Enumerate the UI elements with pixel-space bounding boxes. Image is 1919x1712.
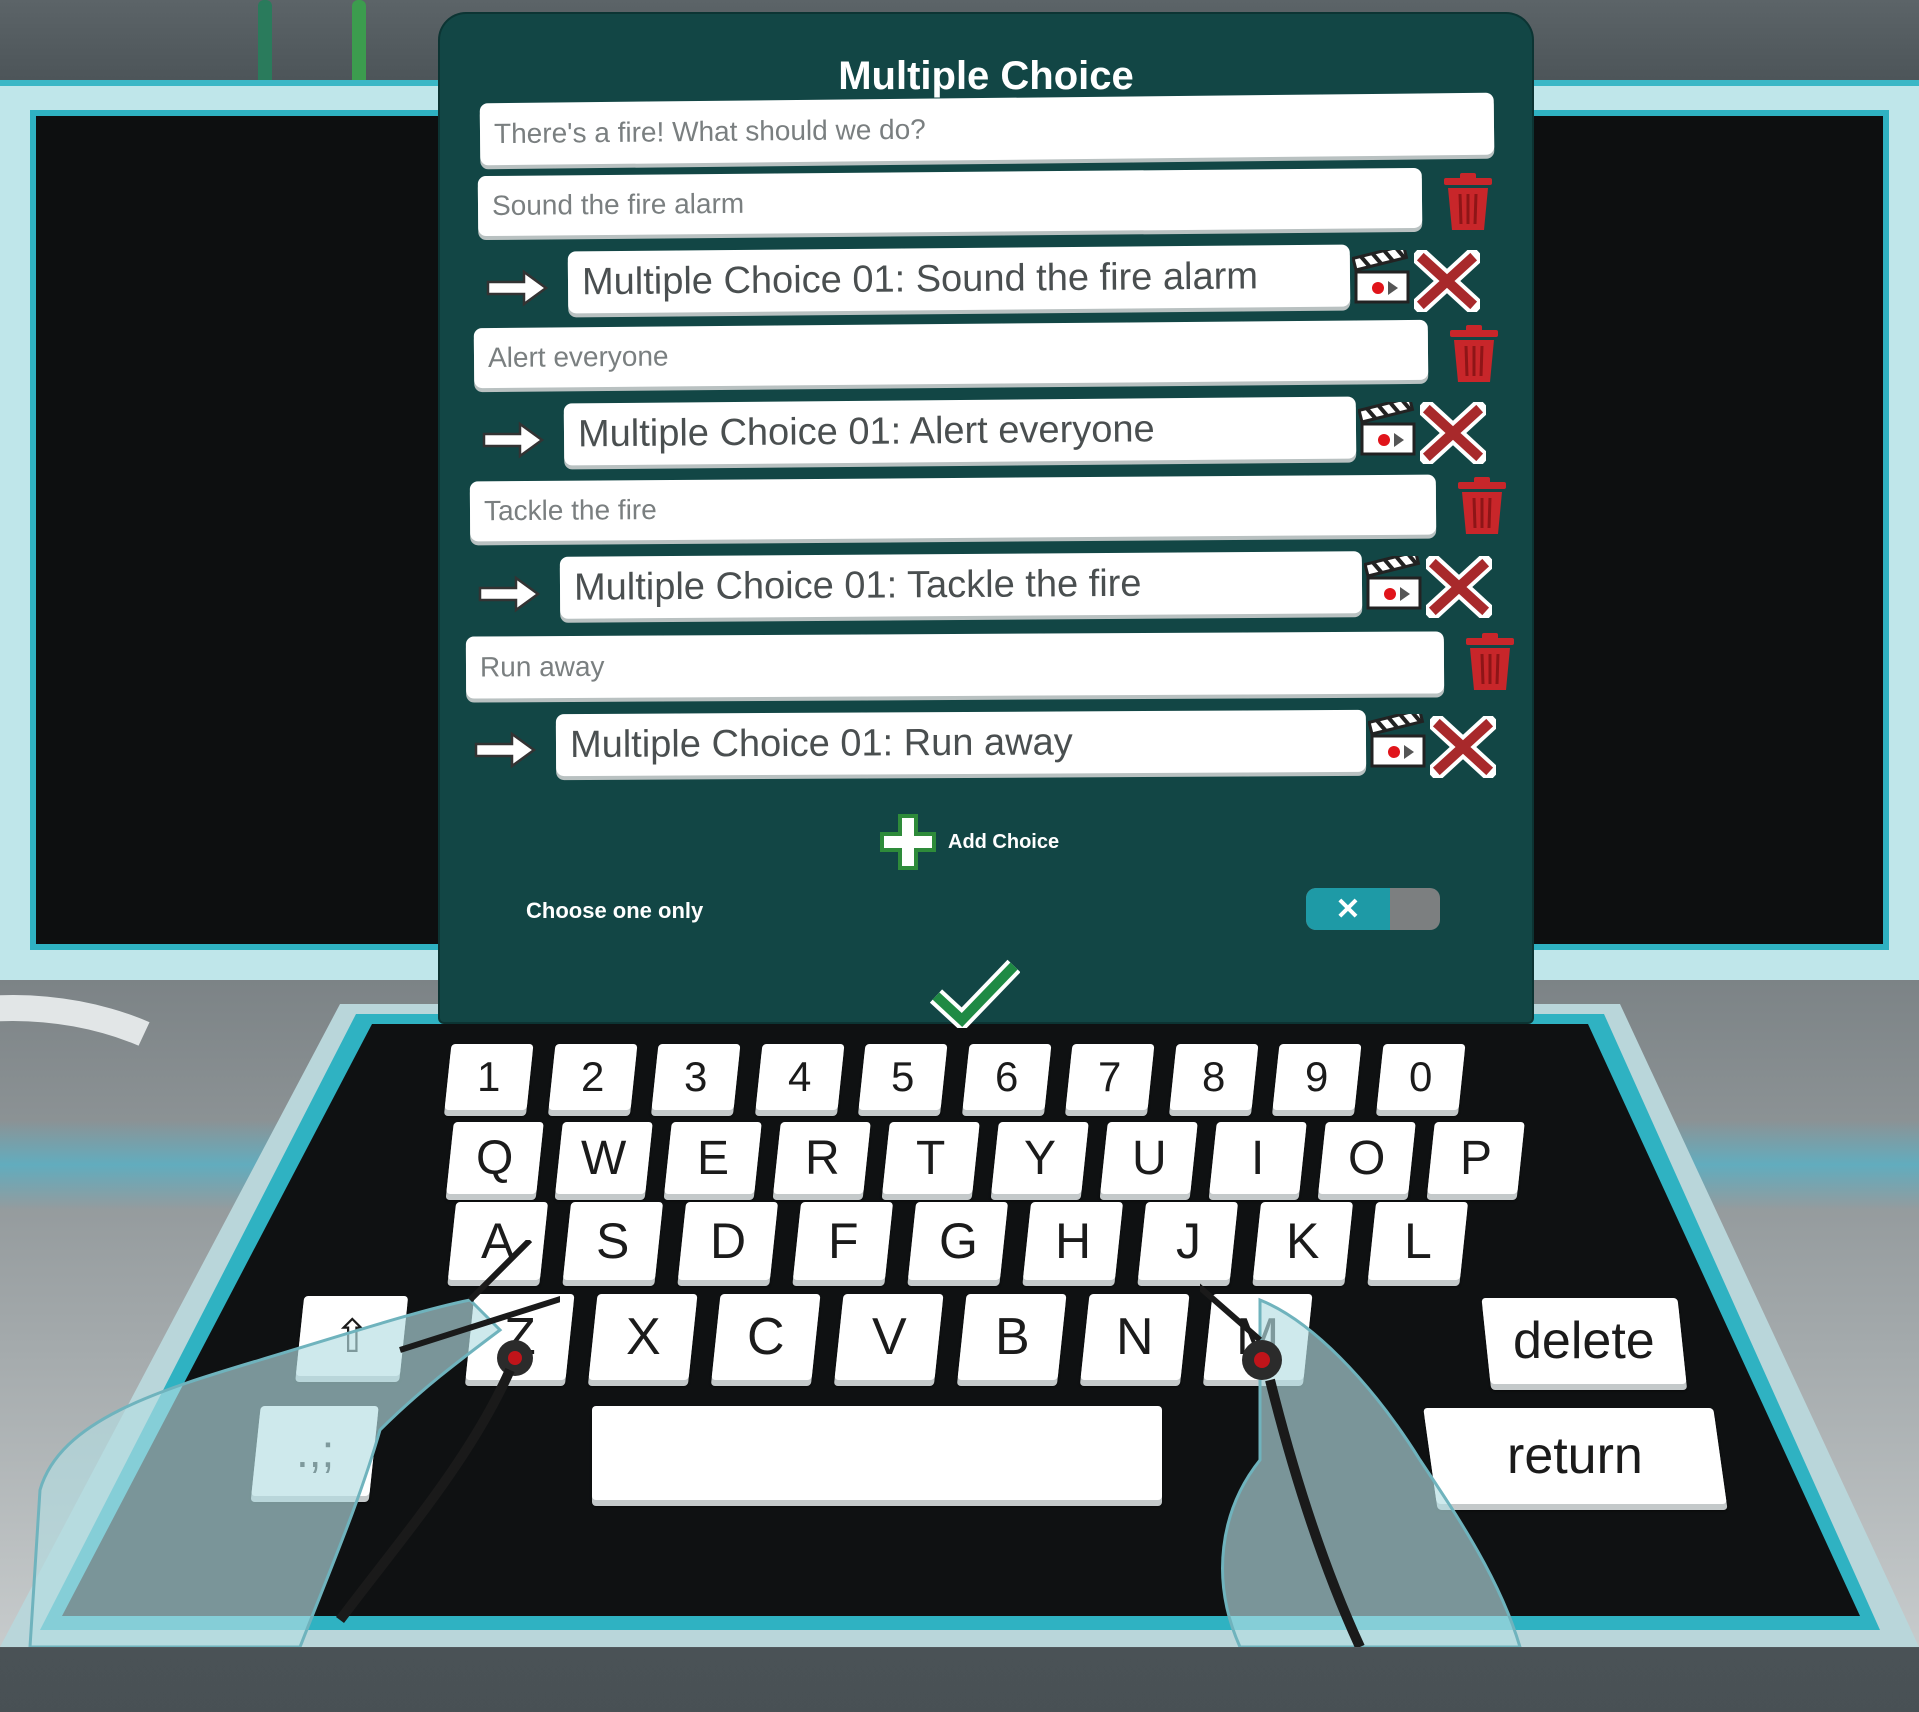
choice-input[interactable]: Run away [465,631,1445,699]
clapperboard-icon[interactable] [1352,250,1412,304]
key-u[interactable]: U [1100,1122,1198,1194]
add-choice-button[interactable]: Add Choice [880,814,1059,870]
key-g[interactable]: G [907,1202,1009,1280]
arrow-right-icon [482,421,545,459]
key-f[interactable]: F [792,1202,894,1280]
key-e[interactable]: E [664,1122,762,1194]
arrow-right-icon [478,575,541,613]
background-pipe [352,0,366,90]
delete-key[interactable]: delete [1481,1298,1687,1384]
key-n[interactable]: N [1080,1294,1190,1380]
key-q[interactable]: Q [446,1122,544,1194]
space-key[interactable] [592,1406,1162,1500]
add-choice-label: Add Choice [948,830,1060,853]
arrow-right-icon [474,731,537,769]
key-3[interactable]: 3 [651,1044,741,1110]
clapperboard-icon[interactable] [1368,714,1428,768]
multiple-choice-panel: Multiple Choice There's a fire! What sho… [440,14,1532,1028]
key-4[interactable]: 4 [755,1044,844,1110]
key-k[interactable]: K [1252,1202,1354,1280]
trash-icon[interactable] [1454,476,1510,536]
question-input[interactable]: There's a fire! What should we do? [479,92,1495,166]
clapperboard-icon[interactable] [1364,556,1424,610]
key-o[interactable]: O [1318,1122,1416,1194]
key-2[interactable]: 2 [548,1044,637,1110]
key-b[interactable]: B [957,1294,1067,1380]
close-icon[interactable] [1420,402,1486,464]
key-m[interactable]: M [1203,1294,1313,1380]
close-icon[interactable] [1430,716,1496,778]
choice-input[interactable]: Sound the fire alarm [477,167,1423,237]
key-z[interactable]: Z [465,1294,575,1380]
key-p[interactable]: P [1427,1122,1525,1194]
key-1[interactable]: 1 [444,1044,534,1110]
plus-icon [880,814,936,870]
return-key[interactable]: return [1423,1408,1727,1504]
key-5[interactable]: 5 [858,1044,948,1110]
key-7[interactable]: 7 [1065,1044,1155,1110]
key-y[interactable]: Y [991,1122,1089,1194]
key-a[interactable]: A [447,1202,549,1280]
choice-link-input[interactable]: Multiple Choice 01: Sound the fire alarm [567,244,1351,314]
choice-link-input[interactable]: Multiple Choice 01: Alert everyone [563,396,1357,466]
close-icon[interactable] [1426,556,1492,618]
choose-one-toggle[interactable]: ✕ [1306,888,1440,930]
choice-input[interactable]: Tackle the fire [469,474,1437,542]
shift-key[interactable]: ⇧ [295,1296,409,1376]
key-c[interactable]: C [711,1294,821,1380]
key-j[interactable]: J [1137,1202,1239,1280]
arrow-right-icon [486,269,549,307]
trash-icon[interactable] [1446,324,1502,384]
toggle-off-icon: ✕ [1306,888,1390,930]
key-h[interactable]: H [1022,1202,1124,1280]
checkmark-icon[interactable] [930,958,1020,1028]
choice-input[interactable]: Alert everyone [473,319,1429,389]
key-l[interactable]: L [1367,1202,1469,1280]
choice-link-input[interactable]: Multiple Choice 01: Tackle the fire [559,551,1363,619]
key-i[interactable]: I [1209,1122,1307,1194]
key-8[interactable]: 8 [1169,1044,1258,1110]
background-pipe [258,0,272,90]
key-9[interactable]: 9 [1272,1044,1362,1110]
panel-title: Multiple Choice [838,54,1134,98]
punctuation-key[interactable]: .,; [251,1406,379,1496]
key-0[interactable]: 0 [1376,1044,1465,1110]
trash-icon[interactable] [1462,632,1518,692]
key-t[interactable]: T [882,1122,980,1194]
key-v[interactable]: V [834,1294,944,1380]
key-d[interactable]: D [677,1202,779,1280]
trash-icon[interactable] [1440,172,1496,232]
choice-link-input[interactable]: Multiple Choice 01: Run away [555,709,1367,777]
key-s[interactable]: S [562,1202,664,1280]
clapperboard-icon[interactable] [1358,402,1418,456]
choose-one-label: Choose one only [526,898,704,923]
key-x[interactable]: X [588,1294,698,1380]
key-w[interactable]: W [555,1122,653,1194]
key-6[interactable]: 6 [962,1044,1051,1110]
close-icon[interactable] [1414,250,1480,312]
key-r[interactable]: R [773,1122,871,1194]
